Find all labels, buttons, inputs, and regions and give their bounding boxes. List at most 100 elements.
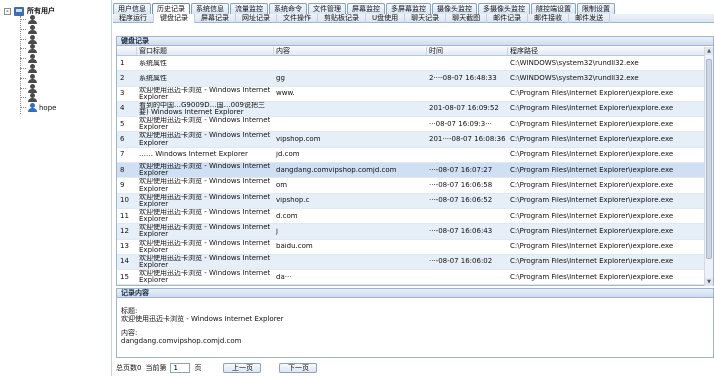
cell-program-path: C:\Program Files\Internet Explorer\iexpl… bbox=[510, 105, 674, 113]
table-row[interactable]: 1 系统属性 C:\WINDOWS\system32\rundll32.exe bbox=[117, 56, 705, 72]
table-row[interactable]: 15 欢迎使用迅迈卡浏览 - Windows Internet Explorer d… bbox=[117, 270, 705, 286]
scroll-thumb[interactable] bbox=[706, 59, 712, 259]
tree-user-node[interactable] bbox=[20, 83, 39, 93]
cell-index: 2 bbox=[120, 74, 125, 82]
table-row[interactable]: 5 欢迎使用迅迈卡浏览 - Windows Internet Explorer ··… bbox=[117, 117, 705, 133]
cell-content: jd.com bbox=[276, 151, 300, 159]
table-row[interactable]: 9 欢迎使用迅迈卡浏览 - Windows Internet Explorer om… bbox=[117, 178, 705, 194]
history-subtab[interactable]: 邮件发送 bbox=[569, 14, 611, 23]
tree-branch-line bbox=[20, 19, 26, 20]
column-header-content[interactable]: 内容 bbox=[274, 47, 427, 55]
tree-user-name: hope bbox=[39, 103, 57, 112]
cell-program-path: C:\WINDOWS\system32\rundll32.exe bbox=[510, 59, 639, 67]
main-tab[interactable]: 系统命令 bbox=[269, 3, 307, 14]
tree-user-node[interactable] bbox=[20, 44, 39, 54]
cell-window-title: 欢迎使用迅迈卡浏览 - Windows Internet Explorer bbox=[139, 86, 271, 101]
keyboard-log-panel: 键盘记录 窗口标题 内容 时间 程序路径 1 系统属性 C:\WINDOWS\sys… bbox=[116, 36, 714, 286]
collapse-icon[interactable]: - bbox=[4, 7, 11, 15]
detail-body[interactable]: 标题: 欢迎使用迅迈卡浏览 - Windows Internet Explore… bbox=[117, 298, 713, 348]
table-row[interactable]: 8 欢迎使用迅迈卡浏览 - Windows Internet Explorer da… bbox=[117, 163, 705, 179]
cell-time: ···-08-07 16:06:02 bbox=[429, 258, 493, 266]
user-icon bbox=[28, 93, 37, 103]
main-tab[interactable]: 文件管理 bbox=[308, 3, 346, 14]
tree-user-node[interactable]: hope bbox=[20, 103, 57, 113]
cell-index: 12 bbox=[120, 227, 129, 235]
cell-program-path: C:\Program Files\Internet Explorer\iexpl… bbox=[510, 151, 674, 159]
cell-time: ···-08-07 16:06:52 bbox=[429, 197, 493, 205]
table-row[interactable]: 11 欢迎使用迅迈卡浏览 - Windows Internet Explorer d… bbox=[117, 208, 705, 225]
column-header-program-path[interactable]: 程序路径 bbox=[508, 47, 705, 55]
cell-window-title: 欢迎使用迅迈卡浏览 - Windows Internet Explorer bbox=[139, 239, 271, 254]
table-row[interactable]: 3 欢迎使用迅迈卡浏览 - Windows Internet Explorer ww… bbox=[117, 87, 705, 102]
main-tab[interactable]: 用户信息 bbox=[113, 3, 151, 14]
cell-index: 8 bbox=[120, 166, 125, 174]
cell-program-path: C:\Program Files\Internet Explorer\iexpl… bbox=[510, 90, 674, 98]
tree-user-node[interactable] bbox=[20, 73, 39, 83]
history-subtab[interactable]: 剪贴板记录 bbox=[318, 14, 366, 23]
cell-window-title: 欢迎使用迅迈卡浏览 - Windows Internet Explorer bbox=[139, 208, 271, 224]
main-tab[interactable]: 限制设置 bbox=[577, 3, 615, 14]
tree-user-node[interactable] bbox=[20, 34, 39, 44]
scroll-up-icon[interactable]: ▲ bbox=[705, 47, 713, 55]
main-tab[interactable]: 屏幕监控 bbox=[347, 3, 385, 14]
main-tab[interactable]: 摄像头监控 bbox=[432, 3, 477, 14]
cell-program-path: C:\Program Files\Internet Explorer\iexpl… bbox=[510, 136, 674, 144]
cell-index: 3 bbox=[120, 90, 125, 98]
tree-user-node[interactable] bbox=[20, 54, 39, 64]
history-subtab[interactable]: 聊天截图 bbox=[446, 14, 488, 23]
total-pages: 总页数0 bbox=[116, 363, 142, 372]
table-row[interactable]: 10 欢迎使用迅迈卡浏览 - Windows Internet Explorer v… bbox=[117, 194, 705, 209]
history-subtab[interactable]: 邮件接收 bbox=[528, 14, 570, 23]
main-tab[interactable]: 多屏幕监控 bbox=[386, 3, 431, 14]
table-row[interactable]: 13 欢迎使用迅迈卡浏览 - Windows Internet Explorer b… bbox=[117, 240, 705, 255]
history-subtab[interactable]: 程序运行 bbox=[113, 14, 154, 23]
history-subtab[interactable]: 键盘记录 bbox=[154, 14, 195, 23]
cell-window-title: 欢迎使用迅迈卡浏览 - Windows Internet Explorer bbox=[139, 178, 271, 193]
tree-branch-line bbox=[20, 87, 26, 89]
table-row[interactable]: 7 …… Windows Internet Explorer jd.com C:\Pr… bbox=[117, 148, 705, 164]
cell-content: d.com bbox=[276, 212, 298, 220]
column-header-window-title[interactable]: 窗口标题 bbox=[137, 47, 274, 55]
cell-time: 201···-08-07 16:08:36 bbox=[429, 136, 506, 144]
main-tab[interactable]: 历史记录 bbox=[152, 3, 190, 14]
tree-user-node[interactable] bbox=[20, 24, 39, 34]
history-subtab[interactable]: 聊天记录 bbox=[405, 14, 447, 23]
main-tab[interactable]: 多摄像头监控 bbox=[478, 3, 530, 14]
history-subtab[interactable]: 邮件记录 bbox=[487, 14, 529, 23]
column-header-index[interactable] bbox=[117, 47, 137, 55]
cell-index: 10 bbox=[120, 197, 129, 205]
history-subtab[interactable]: 屏幕记录 bbox=[195, 14, 236, 23]
history-subtab[interactable]: 文件操作 bbox=[277, 14, 318, 23]
scroll-down-icon[interactable]: ▼ bbox=[705, 278, 713, 286]
cell-window-title: 欢迎使用迅迈卡浏览 - Windows Internet Explorer bbox=[139, 117, 271, 132]
page-number-input[interactable] bbox=[170, 362, 191, 373]
history-subtab[interactable]: U盘使用 bbox=[366, 14, 406, 23]
cell-time: ···-08-07 16:07:27 bbox=[429, 166, 493, 174]
cell-time: ···08-07 16:09:3··· bbox=[429, 120, 492, 128]
table-row[interactable]: 2 系统属性 gg 2···-08-07 16:48:33 C:\WINDOWS\sys… bbox=[117, 71, 705, 87]
column-header-time[interactable]: 时间 bbox=[427, 47, 508, 55]
cell-content: j bbox=[276, 227, 278, 235]
next-page-button[interactable]: 下一页 bbox=[279, 362, 318, 373]
cell-program-path: C:\Program Files\Internet Explorer\iexpl… bbox=[510, 197, 674, 205]
main-tab[interactable]: 流量监控 bbox=[230, 3, 268, 14]
main-tab[interactable]: 隧控端设置 bbox=[531, 3, 576, 14]
history-subtab[interactable]: 网址记录 bbox=[236, 14, 277, 23]
table-row[interactable]: 6 欢迎使用迅迈卡浏览 - Windows Internet Explorer vi… bbox=[117, 132, 705, 148]
prev-page-button[interactable]: 上一页 bbox=[223, 362, 262, 373]
table-row[interactable]: 12 欢迎使用迅迈卡浏览 - Windows Internet Explorer j… bbox=[117, 224, 705, 240]
vertical-scrollbar[interactable]: ▲ ▼ bbox=[704, 47, 713, 286]
tree-branch-line bbox=[20, 38, 26, 40]
tree-user-node[interactable] bbox=[20, 15, 39, 24]
table-row[interactable]: 4 看到的中国…G9009D…国…009说把三要) Windows Interne… bbox=[117, 102, 705, 118]
cell-window-title: 系统属性 bbox=[139, 59, 167, 67]
cell-program-path: C:\Program Files\Internet Explorer\iexpl… bbox=[510, 212, 674, 220]
tree-user-node[interactable] bbox=[20, 93, 39, 103]
user-tree[interactable]: - 所有用户 hope bbox=[0, 0, 112, 376]
cell-window-title: 欢迎使用迅迈卡浏览 - Windows Internet Explorer bbox=[139, 132, 271, 147]
tree-branch-line bbox=[20, 58, 26, 60]
cell-window-title: …… Windows Internet Explorer bbox=[139, 151, 248, 159]
table-row[interactable]: 14 欢迎使用迅迈卡浏览 - Windows Internet Explorer ·… bbox=[117, 255, 705, 271]
main-tab[interactable]: 系统信息 bbox=[191, 3, 229, 14]
tree-user-node[interactable] bbox=[20, 64, 39, 73]
